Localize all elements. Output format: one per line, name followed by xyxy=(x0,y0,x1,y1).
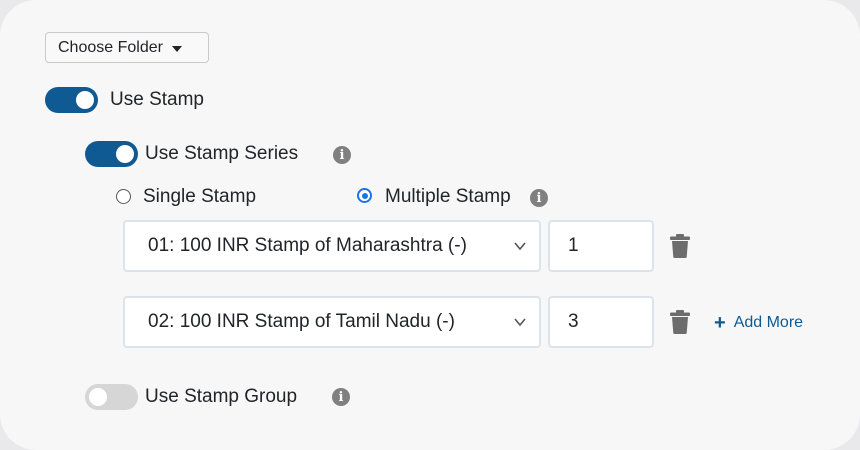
add-more-link[interactable]: + Add More xyxy=(714,312,803,334)
use-stamp-group-label: Use Stamp Group xyxy=(145,386,298,407)
use-stamp-toggle[interactable] xyxy=(45,87,98,113)
use-stamp-label: Use Stamp xyxy=(110,89,204,110)
choose-folder-label: Choose Folder xyxy=(58,38,163,56)
multiple-stamp-radio[interactable] xyxy=(357,188,372,203)
single-stamp-label: Single Stamp xyxy=(143,186,257,207)
toggle-knob xyxy=(89,388,107,406)
toggle-knob xyxy=(116,145,134,163)
quantity-value: 3 xyxy=(568,311,579,332)
stamp-select-2[interactable]: 02: 100 INR Stamp of Tamil Nadu (-) xyxy=(123,296,541,348)
single-stamp-radio[interactable] xyxy=(116,189,131,204)
use-stamp-series-toggle[interactable] xyxy=(85,141,138,167)
stamp-select-value: 01: 100 INR Stamp of Maharashtra (-) xyxy=(148,235,467,256)
quantity-input-2[interactable]: 3 xyxy=(548,296,654,348)
quantity-input-1[interactable]: 1 xyxy=(548,220,654,272)
info-icon[interactable]: i xyxy=(530,189,548,207)
caret-down-icon xyxy=(171,45,182,52)
toggle-knob xyxy=(76,91,94,109)
quantity-value: 1 xyxy=(568,235,579,256)
info-icon[interactable]: i xyxy=(332,388,350,406)
use-stamp-series-label: Use Stamp Series xyxy=(145,143,299,164)
stamp-select-1[interactable]: 01: 100 INR Stamp of Maharashtra (-) xyxy=(123,220,541,272)
use-stamp-group-toggle[interactable] xyxy=(85,384,138,410)
multiple-stamp-label: Multiple Stamp xyxy=(385,186,511,207)
chevron-down-icon xyxy=(514,318,526,327)
trash-icon[interactable] xyxy=(670,234,690,258)
choose-folder-dropdown[interactable]: Choose Folder xyxy=(45,32,209,63)
trash-icon[interactable] xyxy=(670,310,690,334)
add-more-label: Add More xyxy=(733,314,804,331)
plus-icon: + xyxy=(714,312,726,334)
stamp-settings-panel: Choose Folder Use Stamp Use Stamp Series… xyxy=(0,0,860,450)
stamp-select-value: 02: 100 INR Stamp of Tamil Nadu (-) xyxy=(148,311,455,332)
info-icon[interactable]: i xyxy=(333,146,351,164)
chevron-down-icon xyxy=(514,242,526,251)
